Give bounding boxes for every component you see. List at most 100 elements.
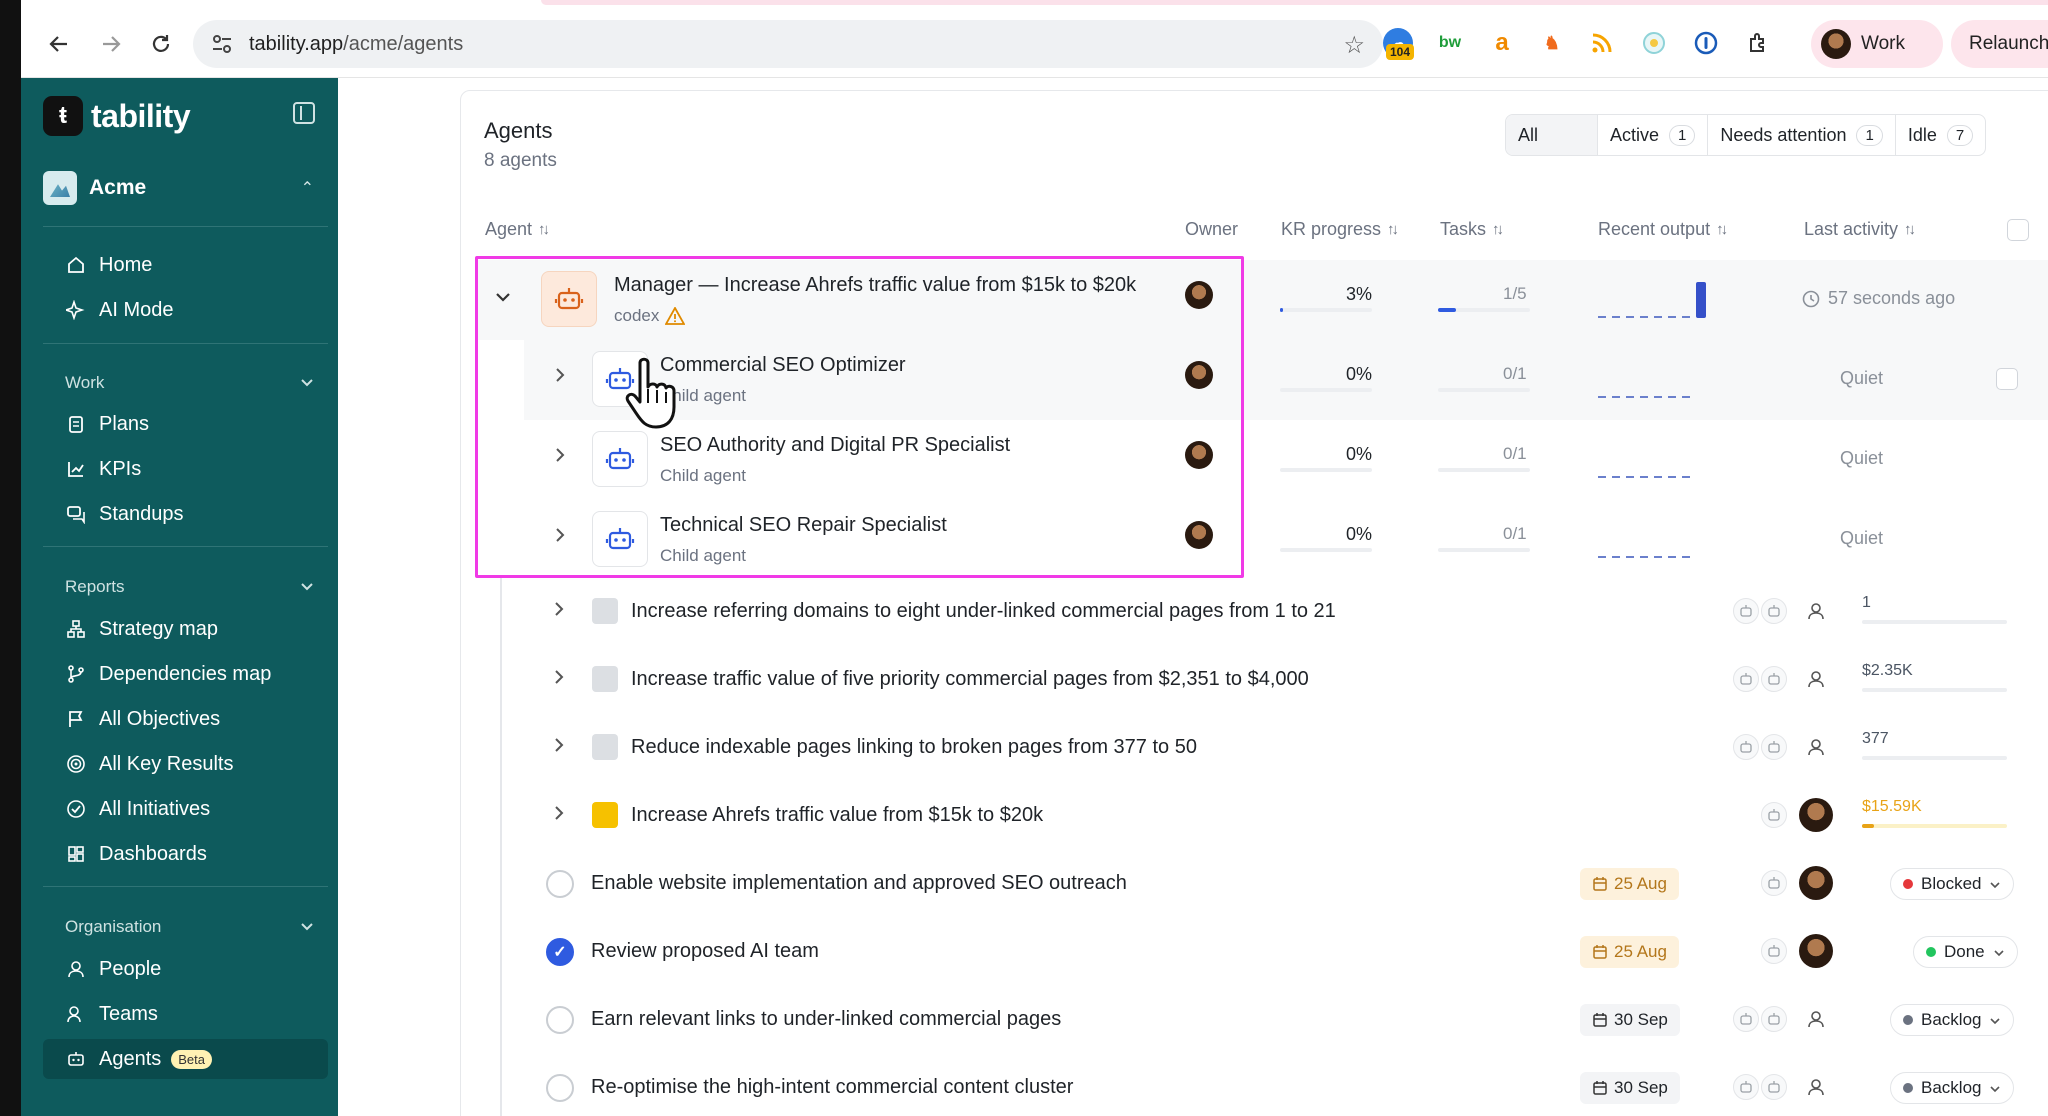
sidebar-collapse-icon[interactable]	[293, 102, 315, 124]
sidebar-item-home[interactable]: Home	[43, 245, 328, 285]
filter-needs-attention[interactable]: Needs attention 1	[1708, 115, 1896, 155]
brand-logo[interactable]: ŧ tability	[43, 96, 191, 136]
extensions-puzzle-icon[interactable]	[1743, 28, 1773, 58]
section-organisation[interactable]: Organisation	[43, 912, 328, 942]
person-icon[interactable]	[1803, 666, 1829, 692]
section-reports[interactable]: Reports	[43, 572, 328, 602]
robot-small-icon[interactable]	[1761, 802, 1787, 828]
sidebar-item-all-initiatives[interactable]: All Initiatives	[43, 789, 328, 829]
key-result-title[interactable]: Reduce indexable pages linking to broken…	[631, 736, 1197, 759]
robot-small-icon[interactable]	[1733, 1006, 1759, 1032]
key-result-row[interactable]: Reduce indexable pages linking to broken…	[500, 714, 2048, 782]
key-result-row[interactable]: Increase Ahrefs traffic value from $15k …	[500, 782, 2048, 850]
person-icon[interactable]	[1803, 1006, 1829, 1032]
key-result-title[interactable]: Increase Ahrefs traffic value from $15k …	[631, 804, 1043, 827]
sidebar-item-all-objectives[interactable]: All Objectives	[43, 699, 328, 739]
column-header-agent[interactable]: Agent ↑↓	[485, 219, 550, 240]
initiative-title[interactable]: Earn relevant links to under-linked comm…	[591, 1008, 1061, 1031]
owner-avatar[interactable]	[1799, 798, 1833, 832]
chevron-right-icon[interactable]	[549, 804, 569, 827]
extension-bw-icon[interactable]: bw	[1435, 28, 1465, 58]
row-checkbox[interactable]	[1996, 368, 2018, 390]
status-dropdown[interactable]: Blocked	[1890, 868, 2015, 900]
key-result-row[interactable]: Increase referring domains to eight unde…	[500, 578, 2048, 646]
due-date-chip[interactable]: 30 Sep	[1580, 1072, 1680, 1104]
initiative-row[interactable]: Enable website implementation and approv…	[500, 850, 2048, 918]
person-icon[interactable]	[1803, 598, 1829, 624]
extension-figure-icon[interactable]: ♞	[1537, 28, 1567, 58]
extension-password-icon[interactable]	[1691, 28, 1721, 58]
key-result-title[interactable]: Increase referring domains to eight unde…	[631, 600, 1336, 623]
bookmark-star-icon[interactable]: ☆	[1343, 31, 1365, 60]
sidebar-item-dependencies-map[interactable]: Dependencies map	[43, 654, 328, 694]
profile-button[interactable]: Work	[1811, 20, 1943, 68]
site-settings-icon[interactable]	[209, 31, 235, 57]
owner-avatar[interactable]	[1799, 866, 1833, 900]
initiative-title[interactable]: Review proposed AI team	[591, 940, 819, 963]
person-icon[interactable]	[1803, 1074, 1829, 1100]
key-result-row[interactable]: Increase traffic value of five priority …	[500, 646, 2048, 714]
due-date-chip[interactable]: 25 Aug	[1580, 868, 1679, 900]
chevron-right-icon[interactable]	[549, 600, 569, 623]
robot-small-icon[interactable]	[1761, 598, 1787, 624]
sidebar-item-kpis[interactable]: KPIs	[43, 449, 328, 489]
robot-small-icon[interactable]	[1733, 1074, 1759, 1100]
initiative-row[interactable]: ✓ Review proposed AI team 25 Aug Done	[500, 918, 2048, 986]
robot-small-icon[interactable]	[1761, 666, 1787, 692]
filter-all[interactable]: All	[1506, 115, 1598, 155]
robot-small-icon[interactable]	[1761, 1074, 1787, 1100]
column-header-last-activity[interactable]: Last activity ↑↓	[1804, 219, 1916, 240]
initiative-checkbox[interactable]	[546, 870, 574, 898]
back-button[interactable]	[41, 26, 77, 62]
extension-radar-icon[interactable]	[1639, 28, 1669, 58]
extension-amazon-icon[interactable]: a	[1487, 28, 1517, 58]
extension-rss-icon[interactable]	[1587, 28, 1617, 58]
person-icon[interactable]	[1803, 734, 1829, 760]
robot-small-icon[interactable]	[1733, 666, 1759, 692]
initiative-checkbox[interactable]	[546, 1006, 574, 1034]
initiative-row[interactable]: Re-optimise the high-intent commercial c…	[500, 1054, 2048, 1116]
column-header-tasks[interactable]: Tasks ↑↓	[1440, 219, 1504, 240]
key-result-title[interactable]: Increase traffic value of five priority …	[631, 668, 1309, 691]
status-dropdown[interactable]: Done	[1913, 936, 2018, 968]
column-header-kr-progress[interactable]: KR progress ↑↓	[1281, 219, 1399, 240]
initiative-title[interactable]: Re-optimise the high-intent commercial c…	[591, 1076, 1073, 1099]
sidebar-item-all-key-results[interactable]: All Key Results	[43, 744, 328, 784]
chevron-right-icon[interactable]	[549, 736, 569, 759]
initiative-title[interactable]: Enable website implementation and approv…	[591, 872, 1127, 895]
sidebar-item-label: Plans	[99, 412, 150, 435]
sidebar-item-teams[interactable]: Teams	[43, 994, 328, 1034]
section-work[interactable]: Work	[43, 368, 328, 398]
sidebar-item-ai-mode[interactable]: AI Mode	[43, 290, 328, 330]
sidebar-item-strategy-map[interactable]: Strategy map	[43, 609, 328, 649]
initiative-row[interactable]: Earn relevant links to under-linked comm…	[500, 986, 2048, 1054]
initiative-checkbox-checked[interactable]: ✓	[546, 938, 574, 966]
workspace-switcher[interactable]: Acme ⌃	[43, 166, 328, 210]
reload-button[interactable]	[143, 26, 179, 62]
robot-small-icon[interactable]	[1761, 734, 1787, 760]
relaunch-button[interactable]: Relaunch to	[1951, 20, 2048, 68]
forward-button[interactable]	[93, 26, 129, 62]
initiative-checkbox[interactable]	[546, 1074, 574, 1102]
status-dropdown[interactable]: Backlog	[1890, 1072, 2015, 1104]
robot-small-icon[interactable]	[1733, 734, 1759, 760]
owner-avatar[interactable]	[1799, 934, 1833, 968]
sidebar-item-standups[interactable]: Standups	[43, 494, 328, 534]
column-header-recent-output[interactable]: Recent output ↑↓	[1598, 219, 1728, 240]
robot-small-icon[interactable]	[1761, 870, 1787, 896]
robot-small-icon[interactable]	[1761, 938, 1787, 964]
robot-small-icon[interactable]	[1733, 598, 1759, 624]
filter-idle[interactable]: Idle 7	[1896, 115, 1985, 155]
sidebar-item-agents[interactable]: Agents Beta	[43, 1039, 328, 1079]
status-dropdown[interactable]: Backlog	[1890, 1004, 2015, 1036]
due-date-chip[interactable]: 25 Aug	[1580, 936, 1679, 968]
select-all-checkbox[interactable]	[2007, 219, 2029, 241]
due-date-chip[interactable]: 30 Sep	[1580, 1004, 1680, 1036]
chevron-right-icon[interactable]	[549, 668, 569, 691]
address-bar[interactable]: tability.app/acme/agents ☆	[193, 20, 1383, 68]
sidebar-item-people[interactable]: People	[43, 949, 328, 989]
filter-active[interactable]: Active 1	[1598, 115, 1709, 155]
sidebar-item-plans[interactable]: Plans	[43, 404, 328, 444]
sidebar-item-dashboards[interactable]: Dashboards	[43, 834, 328, 874]
robot-small-icon[interactable]	[1761, 1006, 1787, 1032]
